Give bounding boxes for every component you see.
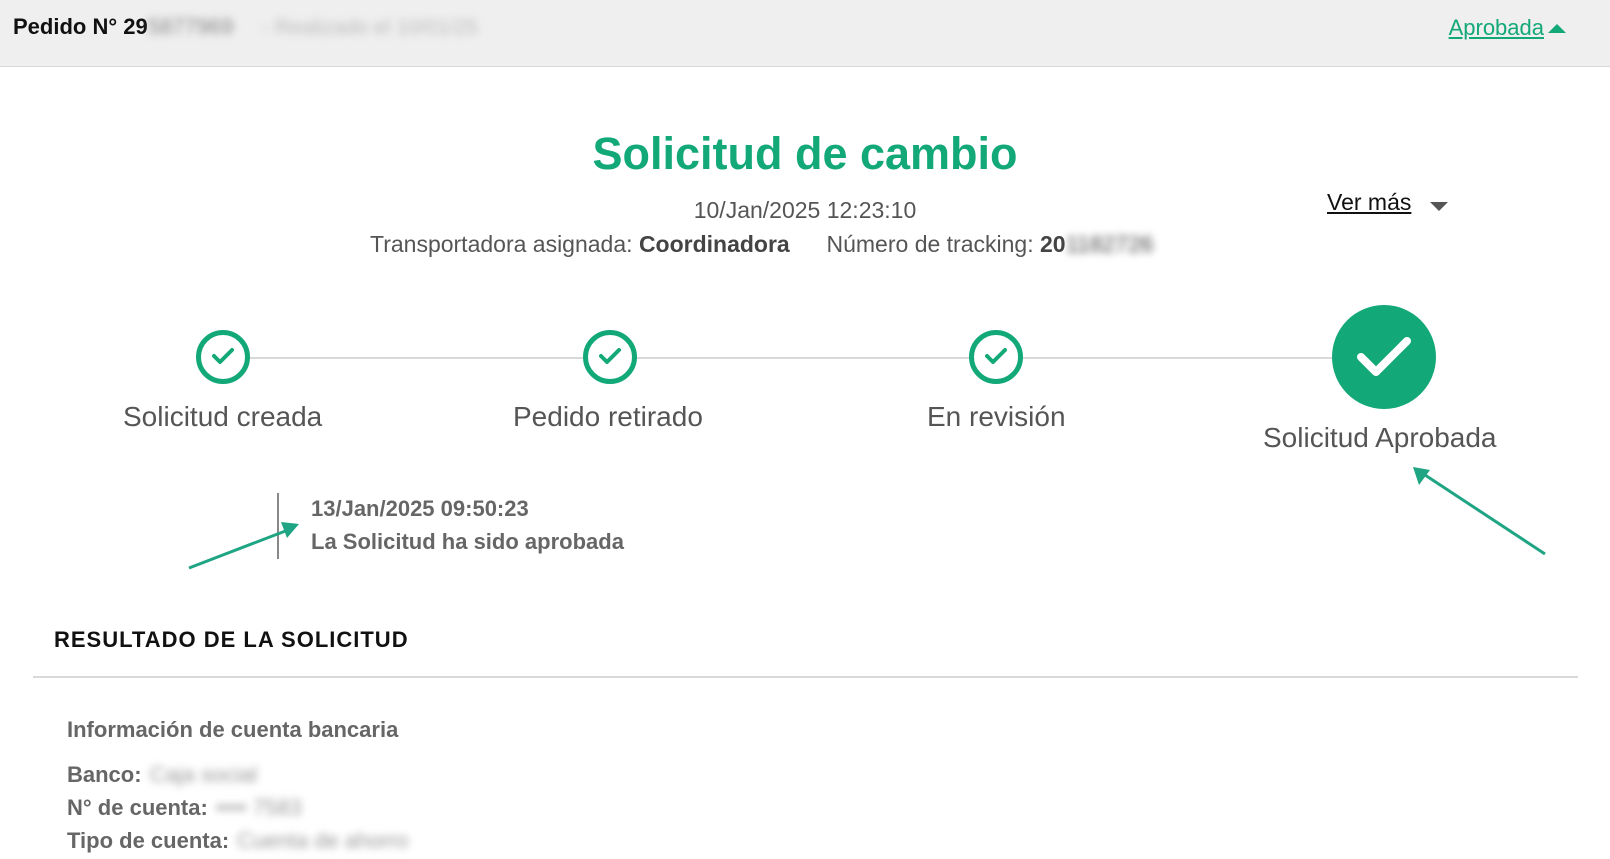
account-label: N° de cuenta:	[67, 795, 208, 820]
bank-value: Caja social	[149, 762, 258, 787]
arrow-annotation-icon	[188, 522, 299, 570]
account-row: N° de cuenta: •••• 7583	[67, 795, 302, 821]
account-type-row: Tipo de cuenta: Cuenta de ahorro	[67, 828, 408, 854]
arrow-annotation-icon	[1413, 467, 1546, 556]
account-type-value: Cuenta de ahorro	[237, 828, 409, 853]
account-type-label: Tipo de cuenta:	[67, 828, 230, 853]
account-value: •••• 7583	[215, 795, 302, 820]
divider	[33, 676, 1578, 678]
bank-label: Banco:	[67, 762, 142, 787]
bank-row: Banco: Caja social	[67, 762, 257, 788]
bank-section-title: Información de cuenta bancaria	[67, 717, 399, 742]
result-title: RESULTADO DE LA SOLICITUD	[54, 627, 409, 652]
